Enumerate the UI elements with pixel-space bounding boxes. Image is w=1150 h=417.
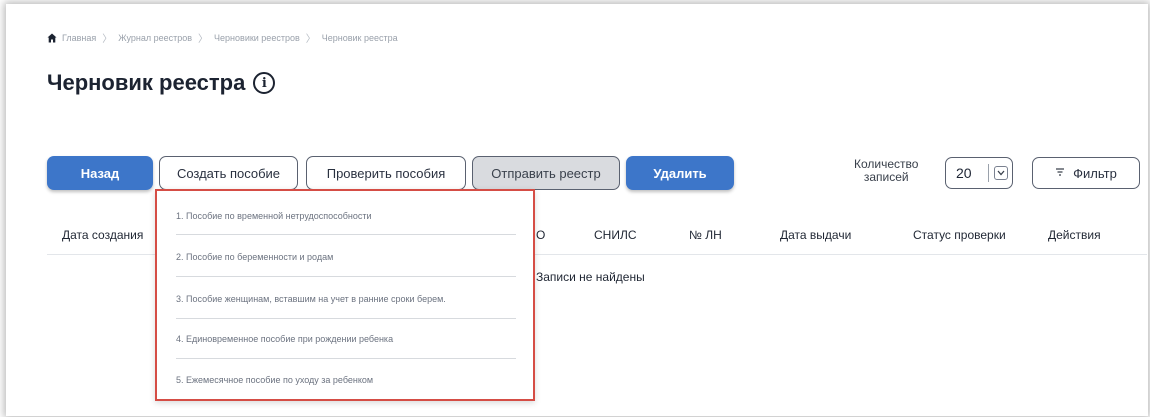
breadcrumb-item-home[interactable]: Главная: [62, 33, 96, 43]
send-register-button[interactable]: Отправить реестр: [472, 156, 620, 190]
check-benefits-button[interactable]: Проверить пособия: [306, 156, 466, 190]
column-header-actions[interactable]: Действия: [1048, 228, 1101, 242]
filter-icon: [1055, 167, 1065, 179]
breadcrumb-item-current: Черновик реестра: [321, 32, 398, 43]
dropdown-item-birth-lump-sum[interactable]: 4. Единовременное пособие при рождении р…: [176, 334, 516, 344]
filter-button[interactable]: Фильтр: [1032, 157, 1140, 189]
breadcrumb-separator-icon: 〉: [102, 34, 113, 45]
column-header-snils[interactable]: СНИЛС: [594, 228, 637, 242]
chevron-down-icon[interactable]: [993, 166, 1008, 180]
column-header-check-status[interactable]: Статус проверки: [913, 228, 1006, 242]
column-header-partial[interactable]: О: [536, 228, 545, 242]
column-header-ln-number[interactable]: № ЛН: [689, 228, 722, 242]
records-count-label: Количество записей: [854, 158, 918, 184]
breadcrumb-separator-icon: 〉: [305, 34, 316, 45]
create-benefit-button[interactable]: Создать пособие: [159, 156, 298, 190]
column-header-issue-date[interactable]: Дата выдачи: [780, 228, 851, 242]
page-title-text: Черновик реестра: [47, 70, 246, 95]
dropdown-item-monthly-childcare[interactable]: 5. Ежемесячное пособие по уходу за ребен…: [176, 375, 516, 385]
records-count-select[interactable]: 20: [945, 157, 1013, 189]
dropdown-item-early-registration[interactable]: 3. Пособие женщинам, вставшим на учет в …: [176, 294, 516, 304]
breadcrumb-item-drafts[interactable]: Черновики реестров: [214, 33, 300, 43]
app-frame: Главная 〉 Журнал реестров 〉 Черновики ре…: [6, 4, 1148, 416]
breadcrumb: Главная 〉 Журнал реестров 〉 Черновики ре…: [47, 30, 398, 45]
dropdown-divider: [176, 234, 516, 235]
delete-button[interactable]: Удалить: [626, 156, 734, 190]
create-benefit-dropdown: 1. Пособие по временной нетрудоспособнос…: [155, 189, 535, 401]
back-button[interactable]: Назад: [47, 156, 153, 190]
empty-table-message: Записи не найдены: [536, 270, 645, 284]
dropdown-divider: [176, 318, 516, 319]
home-icon[interactable]: [47, 33, 57, 43]
records-count-value: 20: [956, 165, 972, 181]
page-title: Черновик реестра i: [47, 70, 276, 96]
filter-label: Фильтр: [1073, 165, 1117, 181]
chevron-wrapper: [989, 166, 1012, 180]
dropdown-item-temporary-disability[interactable]: 1. Пособие по временной нетрудоспособнос…: [176, 211, 516, 221]
breadcrumb-separator-icon: 〉: [198, 34, 209, 45]
breadcrumb-item-journal[interactable]: Журнал реестров: [118, 33, 192, 43]
records-count-label-line2: записей: [863, 170, 909, 184]
dropdown-divider: [176, 358, 516, 359]
column-header-created[interactable]: Дата создания: [62, 228, 143, 242]
dropdown-divider: [176, 276, 516, 277]
info-icon[interactable]: i: [253, 72, 276, 94]
dropdown-item-maternity[interactable]: 2. Пособие по беременности и родам: [176, 252, 516, 262]
